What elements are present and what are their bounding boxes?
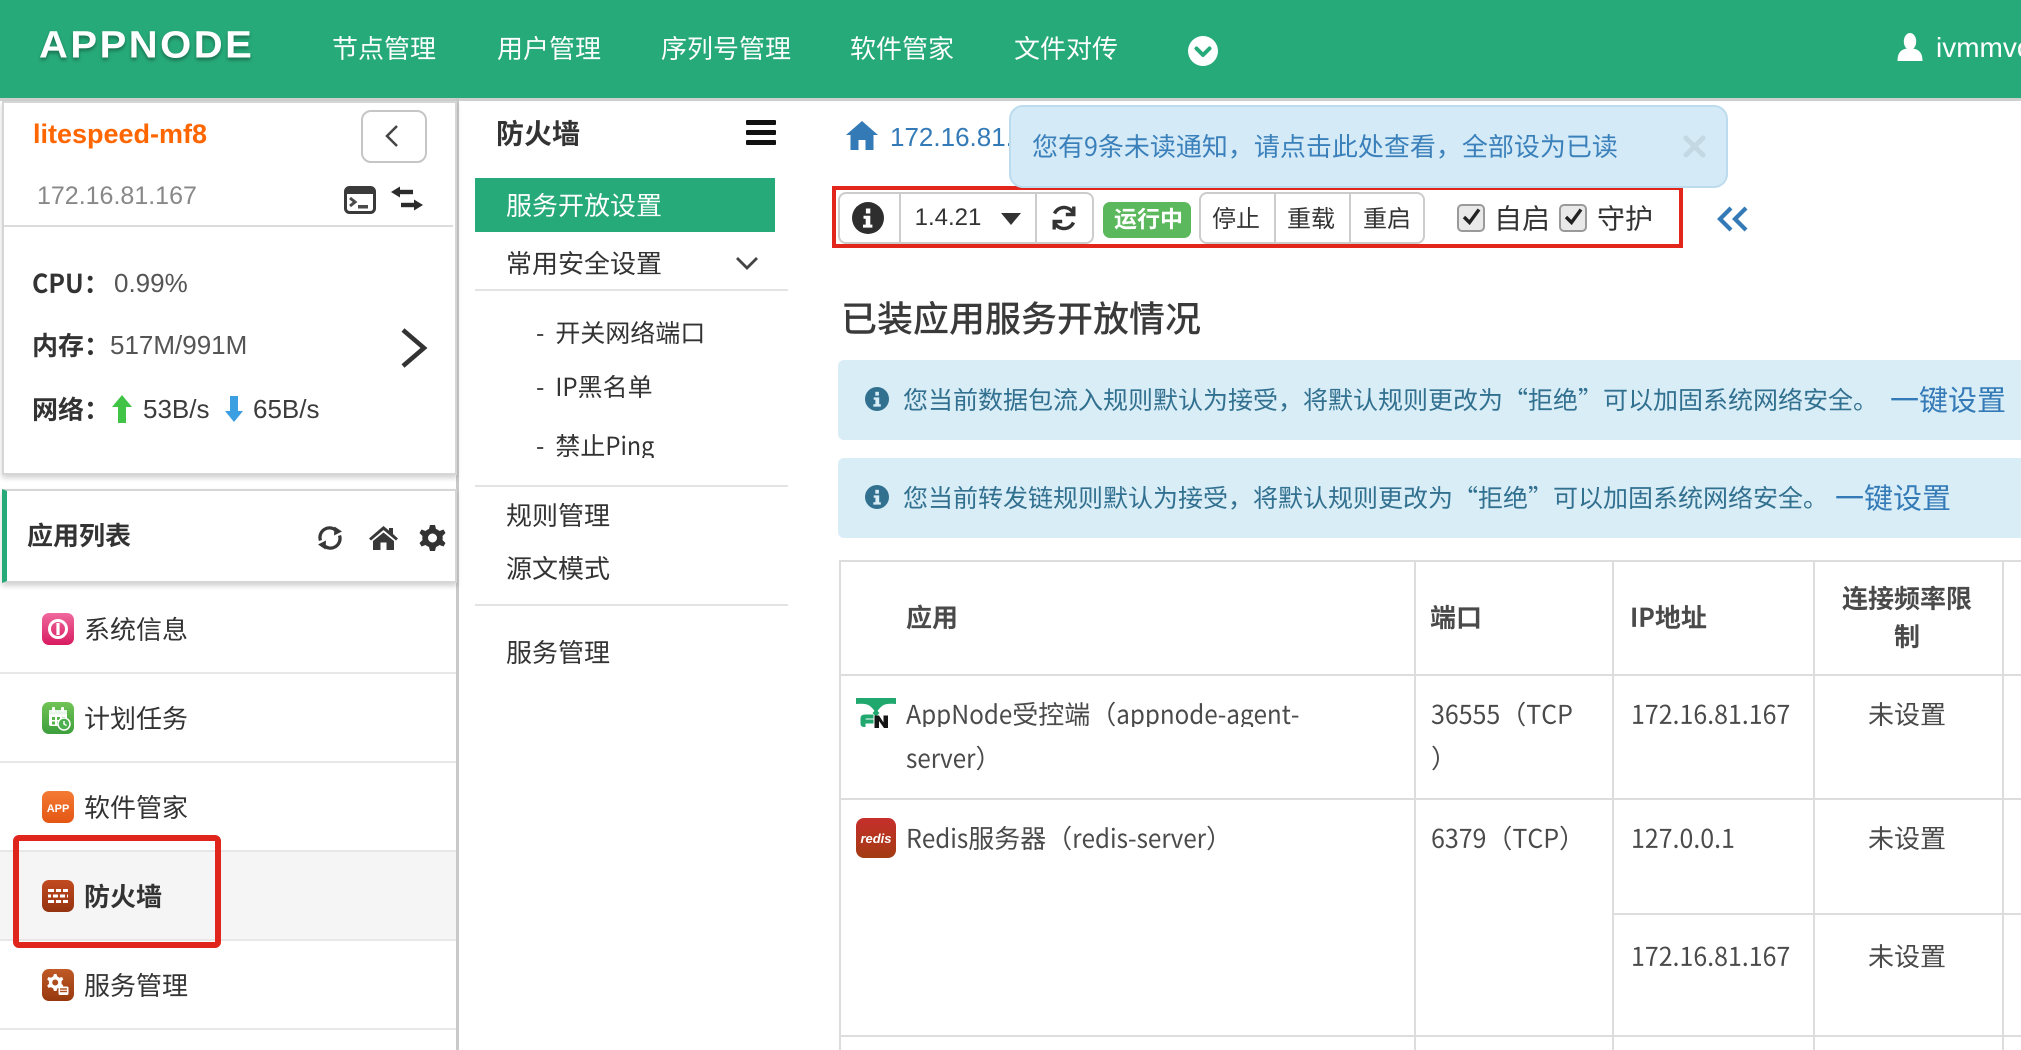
svg-text:APP: APP	[47, 803, 70, 815]
svg-text:redis: redis	[860, 831, 891, 846]
